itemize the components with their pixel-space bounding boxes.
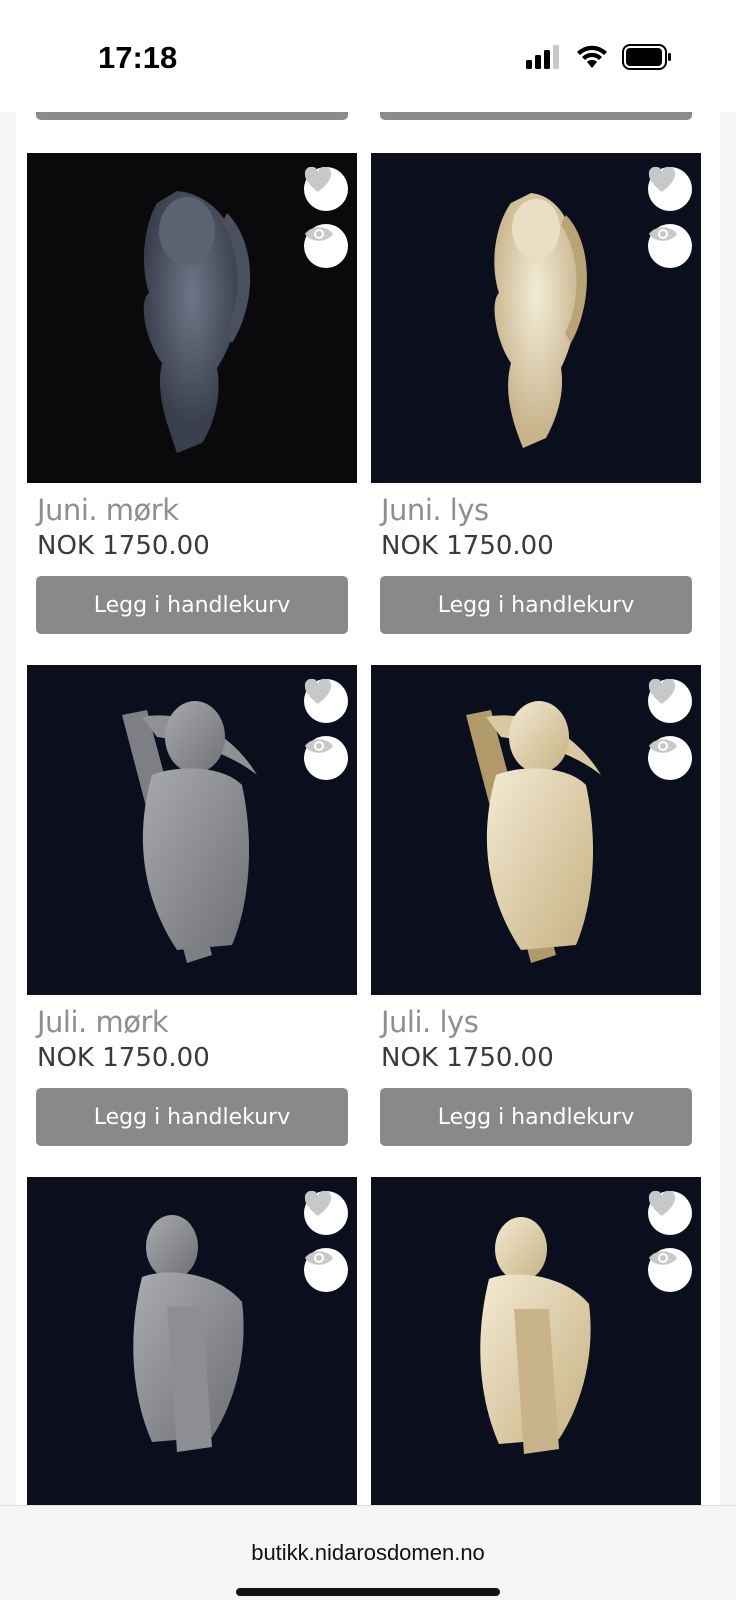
add-to-cart-button[interactable]: Legg i handlekurv bbox=[380, 576, 692, 634]
favorite-button[interactable] bbox=[304, 1191, 348, 1235]
product-card[interactable]: Juli. lys NOK 1750.00 Legg i handlekurv bbox=[371, 665, 701, 1146]
product-name[interactable]: Juli. mørk bbox=[37, 1005, 169, 1039]
product-name[interactable]: Juni. lys bbox=[381, 493, 489, 527]
heart-icon bbox=[648, 1191, 676, 1216]
product-image[interactable] bbox=[27, 1177, 357, 1505]
product-card[interactable]: Juli. mørk NOK 1750.00 Legg i handlekurv bbox=[27, 665, 357, 1146]
wifi-icon bbox=[577, 45, 607, 68]
quick-view-button[interactable] bbox=[648, 736, 692, 780]
eye-icon bbox=[305, 227, 333, 241]
favorite-button[interactable] bbox=[648, 167, 692, 211]
home-indicator[interactable] bbox=[236, 1588, 500, 1596]
add-to-cart-button[interactable]: Legg i handlekurv bbox=[36, 1088, 348, 1146]
add-to-cart-button[interactable]: Legg i handlekurv bbox=[380, 1088, 692, 1146]
product-card[interactable]: Juni. lys NOK 1750.00 Legg i handlekurv bbox=[371, 153, 701, 634]
eye-icon bbox=[649, 1251, 677, 1265]
signal-icon bbox=[526, 45, 559, 69]
heart-icon bbox=[304, 1191, 332, 1216]
product-grid: Juni. mørk NOK 1750.00 Legg i handlekurv… bbox=[16, 112, 720, 1505]
product-price: NOK 1750.00 bbox=[37, 531, 210, 561]
product-image[interactable] bbox=[371, 1177, 701, 1505]
product-image[interactable] bbox=[27, 665, 357, 995]
status-icons bbox=[526, 44, 672, 70]
status-time: 17:18 bbox=[98, 40, 178, 75]
product-name[interactable]: Juni. mørk bbox=[37, 493, 179, 527]
battery-icon bbox=[622, 44, 671, 70]
quick-view-button[interactable] bbox=[304, 224, 348, 268]
favorite-button[interactable] bbox=[304, 679, 348, 723]
product-image[interactable] bbox=[371, 153, 701, 483]
eye-icon bbox=[305, 739, 333, 753]
quick-view-button[interactable] bbox=[304, 1248, 348, 1292]
add-to-cart-button[interactable]: Legg i handlekurv bbox=[36, 576, 348, 634]
product-image[interactable] bbox=[27, 153, 357, 483]
scythe-figurine-image bbox=[122, 701, 257, 963]
angel-figurine-image bbox=[494, 193, 587, 448]
quick-view-button[interactable] bbox=[648, 224, 692, 268]
heart-icon bbox=[648, 167, 676, 192]
heart-icon bbox=[648, 679, 676, 704]
heart-icon bbox=[304, 167, 332, 192]
product-price: NOK 1750.00 bbox=[381, 1043, 554, 1073]
product-price: NOK 1750.00 bbox=[381, 531, 554, 561]
product-card[interactable] bbox=[371, 1177, 701, 1505]
favorite-button[interactable] bbox=[648, 1191, 692, 1235]
quick-view-button[interactable] bbox=[648, 1248, 692, 1292]
product-card[interactable]: Juni. mørk NOK 1750.00 Legg i handlekurv bbox=[27, 153, 357, 634]
browser-address-bar[interactable]: butikk.nidarosdomen.no bbox=[0, 1505, 736, 1600]
add-to-cart-button-partial[interactable] bbox=[380, 112, 692, 120]
eye-icon bbox=[649, 739, 677, 753]
add-to-cart-button-partial[interactable] bbox=[36, 112, 348, 120]
status-bar: 17:18 bbox=[0, 0, 736, 112]
url-text[interactable]: butikk.nidarosdomen.no bbox=[0, 1540, 736, 1566]
eye-icon bbox=[649, 227, 677, 241]
product-card[interactable] bbox=[27, 1177, 357, 1505]
product-name[interactable]: Juli. lys bbox=[381, 1005, 479, 1039]
quick-view-button[interactable] bbox=[304, 736, 348, 780]
scythe-figurine-image bbox=[466, 701, 601, 963]
favorite-button[interactable] bbox=[304, 167, 348, 211]
heart-icon bbox=[304, 679, 332, 704]
favorite-button[interactable] bbox=[648, 679, 692, 723]
eye-icon bbox=[305, 1251, 333, 1265]
product-price: NOK 1750.00 bbox=[37, 1043, 210, 1073]
product-image[interactable] bbox=[371, 665, 701, 995]
angel-figurine-image bbox=[143, 191, 251, 453]
